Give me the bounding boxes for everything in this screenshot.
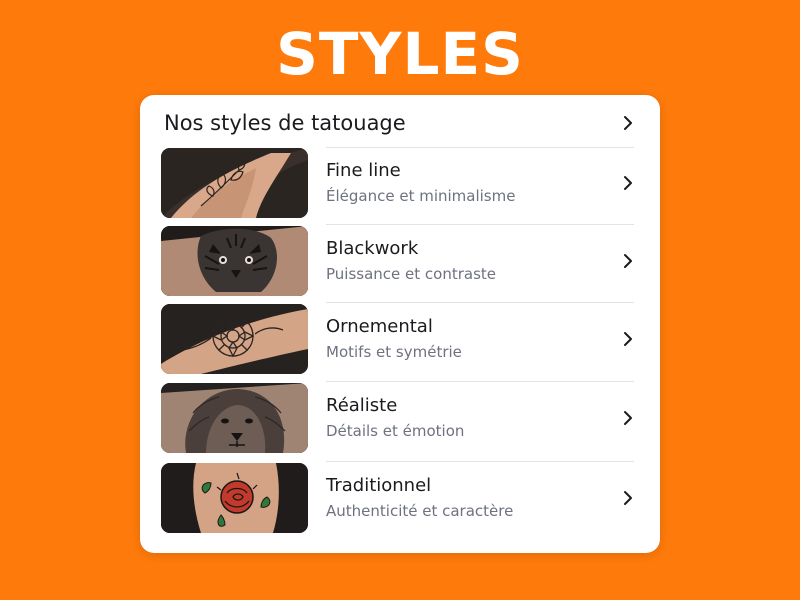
list-item-blackwork[interactable]: Blackwork Puissance et contraste — [140, 226, 660, 304]
divider — [326, 461, 634, 462]
list-item-traditionnel[interactable]: Traditionnel Authenticité et caractère — [140, 463, 660, 541]
list-item-ornemental[interactable]: Ornemental Motifs et symétrie — [140, 304, 660, 382]
list-item-subtitle: Motifs et symétrie — [326, 343, 462, 361]
blackwork-tattoo-image — [161, 226, 308, 296]
card-header[interactable]: Nos styles de tatouage — [140, 95, 660, 151]
list-item-fine-line[interactable]: Fine line Élégance et minimalisme — [140, 148, 660, 226]
list-item-title: Fine line — [326, 160, 401, 181]
list-item-realiste[interactable]: Réaliste Détails et émotion — [140, 383, 660, 461]
chevron-right-icon — [622, 175, 634, 191]
realiste-tattoo-image — [161, 383, 308, 453]
chevron-right-icon — [622, 115, 634, 131]
divider — [326, 302, 634, 303]
styles-card: Nos styles de tatouage Fine line Éléganc… — [140, 95, 660, 553]
list-item-title: Traditionnel — [326, 475, 432, 496]
card-header-title: Nos styles de tatouage — [164, 111, 406, 135]
divider — [326, 224, 634, 225]
chevron-right-icon — [622, 253, 634, 269]
chevron-right-icon — [622, 490, 634, 506]
divider — [326, 381, 634, 382]
list-item-subtitle: Détails et émotion — [326, 422, 465, 440]
page-title: STYLES — [276, 20, 524, 88]
chevron-right-icon — [622, 331, 634, 347]
list-item-subtitle: Puissance et contraste — [326, 265, 497, 283]
chevron-right-icon — [622, 410, 634, 426]
list-item-subtitle: Authenticité et caractère — [326, 502, 514, 520]
list-item-subtitle: Élégance et minimalisme — [326, 187, 516, 205]
list-item-title: Ornemental — [326, 316, 433, 337]
fine-line-tattoo-image — [161, 148, 308, 218]
traditionnel-tattoo-image — [161, 463, 308, 533]
ornemental-tattoo-image — [161, 304, 308, 374]
list-item-title: Blackwork — [326, 238, 419, 259]
list-item-title: Réaliste — [326, 395, 398, 416]
